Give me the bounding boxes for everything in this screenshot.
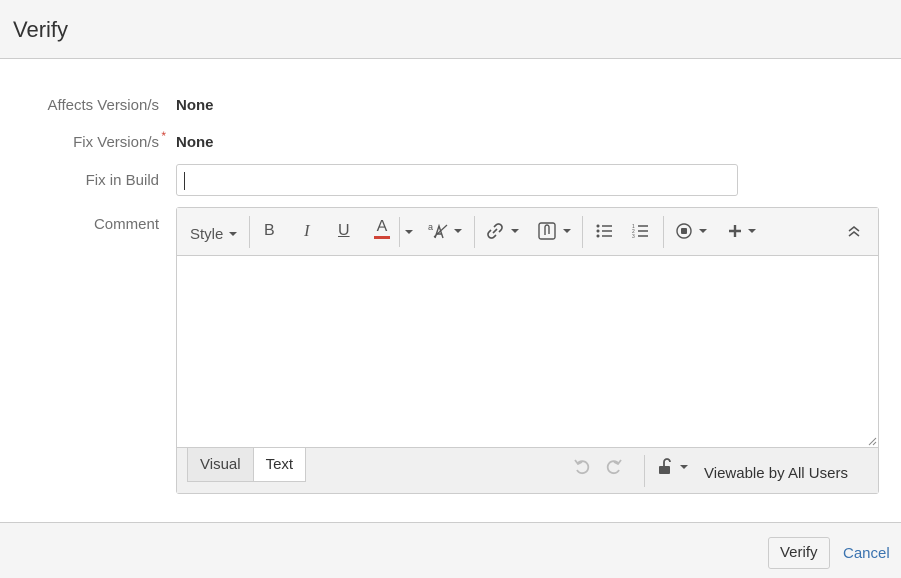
svg-text:a: a	[428, 222, 433, 232]
undo-redo-group	[573, 458, 623, 476]
italic-icon: I	[304, 221, 310, 240]
chevron-down-icon	[405, 230, 413, 234]
comment-editor: Style B I U A a 1 2 3 Visual Text Viewab…	[176, 207, 879, 494]
fix-in-build-label: Fix in Build	[85, 172, 159, 189]
chevron-down-icon	[229, 232, 238, 236]
affects-version-label: Affects Version/s	[47, 97, 159, 114]
toolbar-divider	[474, 216, 475, 248]
fix-version-value: None	[176, 134, 214, 151]
chevron-down-icon	[699, 229, 707, 233]
style-dropdown[interactable]: Style	[190, 221, 238, 247]
text-caret	[184, 172, 185, 190]
dialog-footer: Verify Cancel	[0, 522, 901, 578]
numbered-list-icon: 1 2 3	[632, 224, 648, 239]
editor-mode-tabs: Visual Text	[187, 448, 307, 482]
svg-text:3: 3	[632, 234, 635, 239]
comment-textarea[interactable]	[177, 255, 878, 448]
fix-version-label: Fix Version/s *	[73, 129, 166, 151]
verify-button[interactable]: Verify	[768, 537, 830, 569]
bold-icon: B	[264, 222, 275, 239]
comment-label: Comment	[93, 216, 159, 233]
insert-more-button[interactable]	[728, 218, 756, 244]
toolbar-divider	[249, 216, 250, 248]
emoticon-icon	[676, 223, 692, 239]
affects-version-value: None	[176, 97, 214, 114]
underline-icon: U	[338, 222, 350, 239]
cancel-link[interactable]: Cancel	[843, 545, 890, 562]
toolbar-divider	[663, 216, 664, 248]
unlock-icon	[659, 458, 671, 474]
toolbar-divider	[582, 216, 583, 248]
chevron-down-icon	[680, 465, 688, 469]
italic-button[interactable]: I	[304, 218, 310, 244]
emoticon-button[interactable]	[675, 218, 707, 244]
collapse-toolbar-button[interactable]	[847, 218, 861, 244]
chevron-down-icon	[748, 229, 756, 233]
text-color-swatch	[374, 236, 390, 239]
text-effects-icon: a	[428, 222, 448, 239]
style-dropdown-label: Style	[190, 225, 224, 243]
attachment-button[interactable]	[537, 218, 571, 244]
fix-version-label-text: Fix Version/s	[73, 134, 159, 151]
link-button[interactable]	[485, 218, 519, 244]
text-format-button[interactable]: a	[428, 218, 462, 244]
chevron-down-icon	[454, 229, 462, 233]
chevron-down-icon	[511, 229, 519, 233]
visibility-label: Viewable by All Users	[704, 465, 848, 482]
bold-button[interactable]: B	[264, 218, 275, 244]
attachment-icon	[538, 222, 556, 240]
tab-text[interactable]: Text	[253, 448, 307, 482]
editor-footer: Visual Text Viewable by All Users	[177, 448, 878, 493]
plus-icon	[729, 225, 741, 237]
toolbar-divider	[399, 217, 400, 247]
visibility-dropdown[interactable]	[658, 458, 688, 476]
redo-icon[interactable]	[605, 458, 623, 476]
resize-handle-icon[interactable]	[868, 437, 877, 446]
fix-in-build-input[interactable]	[176, 164, 738, 196]
undo-icon[interactable]	[573, 458, 591, 476]
tab-visual[interactable]: Visual	[187, 448, 254, 482]
numbered-list-button[interactable]: 1 2 3	[632, 218, 650, 244]
bullet-list-icon	[596, 224, 612, 238]
dialog-header: Verify	[0, 0, 901, 59]
editor-toolbar: Style B I U A a 1 2 3	[177, 208, 878, 255]
double-chevron-up-icon	[848, 226, 860, 237]
text-color-icon: A	[376, 218, 388, 235]
bullet-list-button[interactable]	[596, 218, 614, 244]
underline-button[interactable]: U	[338, 218, 350, 244]
text-color-button[interactable]: A	[374, 218, 390, 244]
link-icon	[487, 223, 503, 239]
dialog-title: Verify	[13, 17, 69, 42]
toolbar-divider	[644, 455, 645, 487]
required-indicator: *	[161, 129, 166, 143]
chevron-down-icon	[563, 229, 571, 233]
text-color-dropdown[interactable]	[405, 219, 413, 245]
